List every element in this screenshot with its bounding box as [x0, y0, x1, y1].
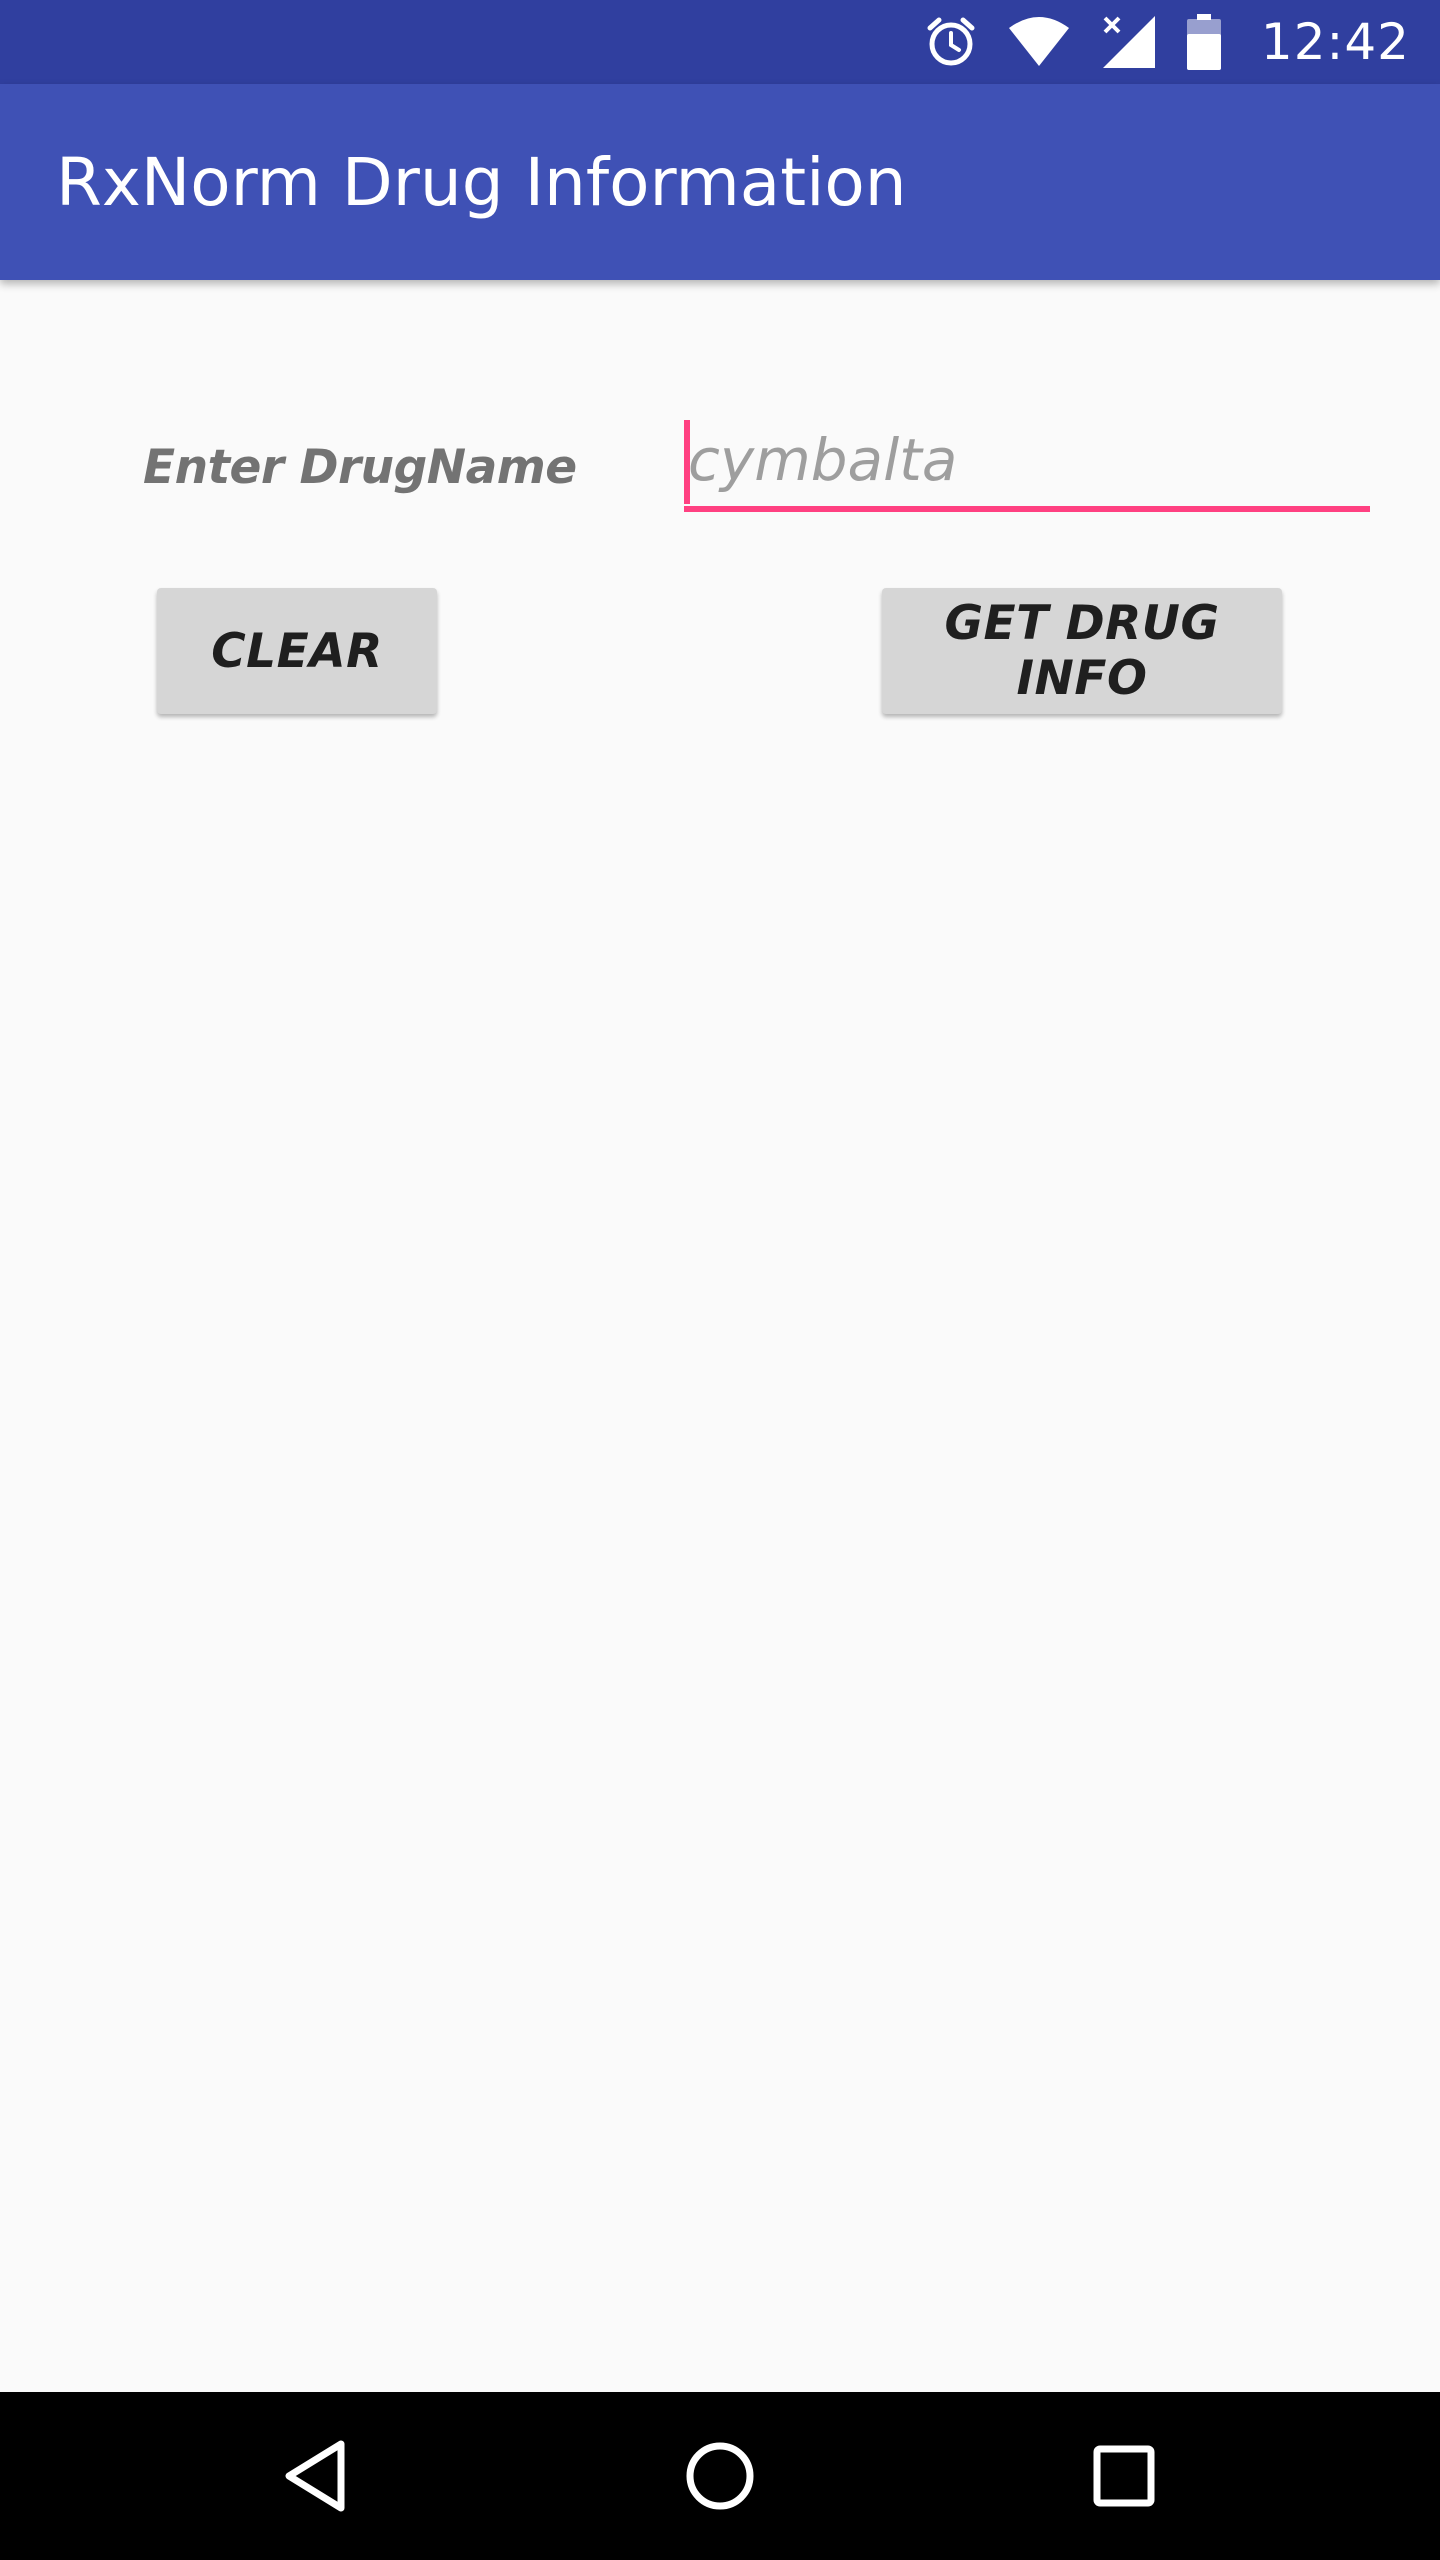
battery-icon [1186, 14, 1221, 70]
status-time: 12:42 [1260, 13, 1410, 71]
signal-icon [1101, 14, 1157, 70]
app-title: RxNorm Drug Information [56, 143, 907, 221]
input-underline [684, 506, 1370, 512]
back-icon [285, 2440, 345, 2512]
main-content: Enter DrugName CLEAR GET DRUG INFO [0, 280, 1440, 2392]
back-button[interactable] [256, 2416, 376, 2536]
home-button[interactable] [660, 2416, 780, 2536]
wifi-icon [1007, 16, 1071, 68]
status-bar: 12:42 [0, 0, 1440, 84]
alarm-icon [925, 16, 977, 68]
drug-name-input[interactable] [684, 410, 1370, 510]
text-cursor [684, 420, 690, 504]
home-icon [686, 2442, 754, 2510]
clear-button[interactable]: CLEAR [157, 588, 437, 714]
drug-name-field[interactable] [684, 410, 1370, 518]
get-drug-info-button[interactable]: GET DRUG INFO [882, 588, 1282, 714]
recents-button[interactable] [1064, 2416, 1184, 2536]
recents-icon [1093, 2445, 1155, 2507]
drug-name-label: Enter DrugName [143, 440, 577, 495]
app-bar: RxNorm Drug Information [0, 84, 1440, 280]
screen: 12:42 RxNorm Drug Information Enter Drug… [0, 0, 1440, 2560]
navigation-bar [0, 2392, 1440, 2560]
